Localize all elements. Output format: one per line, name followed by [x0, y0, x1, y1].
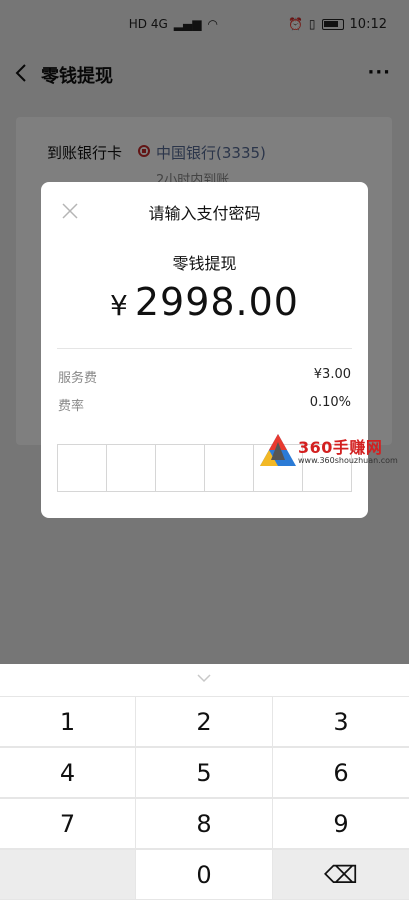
dialog-title: 请输入支付密码	[148, 204, 261, 223]
password-digit-cell[interactable]	[107, 445, 156, 491]
watermark-url: www.360shouzhuan.com	[298, 456, 398, 465]
fee-rate-row: 费率 0.10%	[58, 395, 351, 414]
key-4[interactable]: 4	[0, 747, 136, 798]
key-2[interactable]: 2	[136, 696, 273, 747]
key-1[interactable]: 1	[0, 696, 136, 747]
key-7[interactable]: 7	[0, 798, 136, 849]
fee-rate-value: 0.10%	[309, 395, 351, 410]
key-5[interactable]: 5	[136, 747, 273, 798]
backspace-icon[interactable]: ⌫	[273, 849, 409, 900]
key-8[interactable]: 8	[136, 798, 273, 849]
watermark-logo-icon	[260, 434, 296, 466]
keypad-grid: 1 2 3 4 5 6 7 8 9 0 ⌫	[0, 696, 409, 900]
service-fee-row: 服务费 ¥3.00	[58, 367, 351, 386]
currency-symbol: ¥	[110, 289, 129, 322]
keyboard-top-bar	[0, 664, 409, 696]
numeric-keyboard: 1 2 3 4 5 6 7 8 9 0 ⌫	[0, 664, 409, 900]
key-0[interactable]: 0	[136, 849, 273, 900]
withdraw-amount: ¥2998.00	[41, 280, 368, 324]
key-blank	[0, 849, 136, 900]
key-9[interactable]: 9	[273, 798, 409, 849]
dialog-subtitle: 零钱提现	[172, 254, 237, 273]
password-digit-cell[interactable]	[58, 445, 107, 491]
password-digit-cell[interactable]	[156, 445, 205, 491]
watermark: 360手赚网 www.360shouzhuan.com	[258, 432, 398, 472]
divider	[57, 348, 352, 349]
chevron-down-icon[interactable]	[196, 670, 212, 686]
service-fee-label: 服务费	[58, 371, 98, 386]
key-3[interactable]: 3	[273, 696, 409, 747]
amount-value: 2998.00	[134, 280, 299, 324]
fee-rate-label: 费率	[58, 399, 85, 414]
watermark-brand: 360手赚网	[298, 438, 383, 457]
service-fee-value: ¥3.00	[313, 367, 351, 382]
password-digit-cell[interactable]	[205, 445, 254, 491]
key-6[interactable]: 6	[273, 747, 409, 798]
